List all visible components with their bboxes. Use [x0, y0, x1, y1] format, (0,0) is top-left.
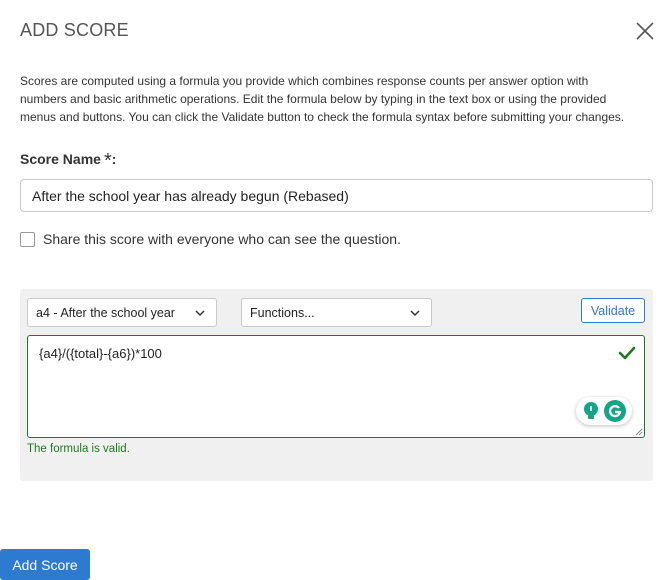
formula-status-message: The formula is valid.	[27, 443, 130, 455]
close-button[interactable]	[634, 20, 656, 42]
validate-button[interactable]: Validate	[581, 298, 645, 323]
close-icon	[636, 22, 654, 40]
resize-handle-icon[interactable]	[635, 428, 643, 436]
score-name-label-text: Score Name	[20, 151, 101, 167]
grammarly-widget[interactable]	[576, 397, 632, 425]
variable-select[interactable]: a4 - After the school year	[27, 298, 217, 327]
formula-text: {a4}/({total}-{a6})*100	[39, 346, 162, 361]
required-mark: *	[103, 150, 112, 172]
chevron-down-icon	[410, 310, 420, 317]
score-name-label: Score Name *:	[20, 147, 117, 172]
lightbulb-icon	[583, 402, 598, 419]
formula-panel: a4 - After the school year Functions... …	[20, 289, 653, 481]
formula-textarea[interactable]: {a4}/({total}-{a6})*100	[27, 335, 645, 438]
dialog-description: Scores are computed using a formula you …	[20, 74, 625, 124]
grammarly-icon	[603, 400, 626, 422]
functions-select-value: Functions...	[250, 305, 315, 320]
share-label: Share this score with everyone who can s…	[43, 231, 401, 247]
variable-select-value: a4 - After the school year	[36, 305, 175, 320]
functions-select[interactable]: Functions...	[241, 298, 432, 327]
add-score-button[interactable]: Add Score	[0, 549, 90, 580]
score-name-label-colon: :	[111, 151, 117, 167]
share-row: Share this score with everyone who can s…	[20, 231, 401, 247]
chevron-down-icon	[195, 310, 205, 317]
check-icon	[618, 346, 636, 360]
share-checkbox[interactable]	[20, 231, 35, 247]
score-name-input[interactable]	[20, 179, 653, 212]
dialog-title: ADD SCORE	[20, 20, 129, 40]
